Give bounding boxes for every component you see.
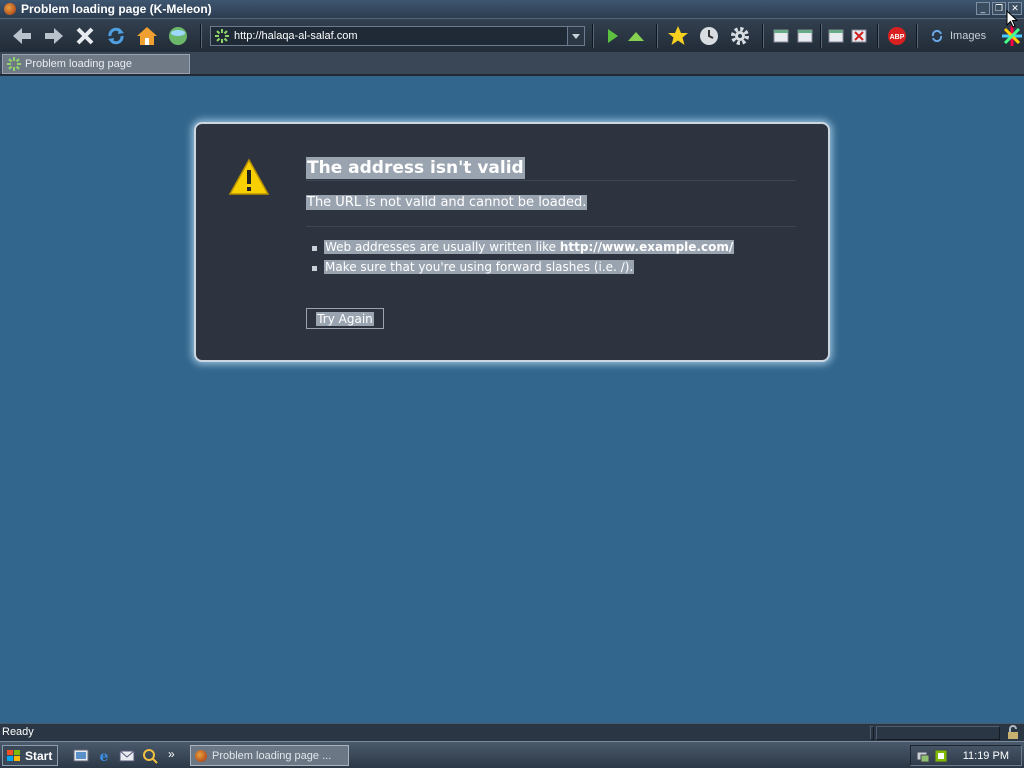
- svg-text:e: e: [99, 749, 108, 764]
- hint-example-url: http://www.example.com/: [559, 240, 734, 254]
- minimize-button[interactable]: _: [976, 2, 990, 15]
- site-spinner-icon: [215, 29, 229, 43]
- divider: [306, 226, 796, 227]
- bookmark-star-icon[interactable]: [666, 24, 690, 48]
- home-icon[interactable]: [135, 24, 159, 48]
- go-globe-icon[interactable]: [166, 24, 190, 48]
- toolbar-separator: [820, 24, 822, 48]
- error-page-container: The address isn't valid The URL is not v…: [194, 122, 830, 362]
- taskbar: Start e » Problem loading page ... 11:19…: [0, 741, 1024, 768]
- system-tray: 11:19 PM: [910, 745, 1022, 766]
- toolbar-separator: [762, 24, 764, 48]
- tab-strip: Problem loading page: [0, 52, 1024, 76]
- start-button[interactable]: Start: [2, 745, 58, 766]
- error-hint-2: Make sure that you're using forward slas…: [324, 260, 635, 274]
- start-label: Start: [25, 748, 53, 763]
- stop-icon[interactable]: [73, 24, 97, 48]
- adblock-icon[interactable]: ABP: [885, 24, 909, 48]
- window-icon[interactable]: [769, 24, 793, 48]
- images-toggle[interactable]: Images: [930, 29, 986, 43]
- taskbar-window-label: Problem loading page ...: [212, 749, 332, 762]
- tab-spinner-icon: [7, 57, 21, 71]
- mouse-cursor-icon: [1006, 9, 1019, 31]
- warning-icon: [228, 158, 270, 199]
- bullet-icon: [312, 246, 317, 251]
- settings-gear-icon[interactable]: [728, 24, 752, 48]
- quick-launch-more[interactable]: »: [168, 747, 175, 761]
- windows-logo-icon: [7, 749, 20, 761]
- images-label: Images: [950, 30, 987, 42]
- url-bar[interactable]: http://halaqa-al-salaf.com: [210, 26, 585, 46]
- network-icon[interactable]: [915, 748, 931, 767]
- volume-icon[interactable]: [933, 748, 949, 767]
- up-icon[interactable]: [624, 24, 648, 48]
- error-short-description: The URL is not valid and cannot be loade…: [306, 195, 588, 210]
- window-icon[interactable]: [793, 24, 817, 48]
- status-text: Ready: [2, 726, 34, 738]
- status-pane: [870, 726, 874, 740]
- hint-text: Web addresses are usually written like: [325, 240, 560, 254]
- url-input[interactable]: http://halaqa-al-salaf.com: [234, 30, 358, 42]
- url-dropdown-button[interactable]: [567, 27, 584, 45]
- tab-problem-loading[interactable]: Problem loading page: [2, 54, 190, 74]
- toolbar-separator: [656, 24, 658, 48]
- desktop-icon[interactable]: [72, 747, 89, 764]
- window-icon[interactable]: [824, 24, 848, 48]
- divider: [306, 180, 796, 181]
- toolbar-separator: [916, 24, 918, 48]
- forward-icon[interactable]: [42, 24, 66, 48]
- explorer-icon[interactable]: [141, 747, 158, 764]
- toolbar-separator: [200, 24, 202, 48]
- back-icon[interactable]: [10, 24, 34, 48]
- restore-button[interactable]: ❐: [992, 2, 1006, 15]
- taskbar-clock: 11:19 PM: [962, 750, 1009, 762]
- status-pane: [876, 726, 1000, 740]
- status-bar: Ready: [0, 723, 1024, 741]
- kmeleon-logo-icon: [195, 749, 207, 762]
- close-window-icon[interactable]: [847, 24, 871, 48]
- chevron-down-icon: [572, 34, 580, 39]
- play-icon[interactable]: [600, 24, 624, 48]
- history-clock-icon[interactable]: [697, 24, 721, 48]
- hint-text: Make sure that you're using forward slas…: [325, 260, 634, 274]
- refresh-small-icon: [931, 29, 943, 43]
- toolbar-separator: [877, 24, 879, 48]
- kmeleon-logo-icon: [4, 3, 16, 15]
- error-hint-1: Web addresses are usually written like h…: [324, 240, 735, 254]
- try-again-button[interactable]: Try Again: [306, 308, 384, 329]
- ie-icon[interactable]: e: [95, 747, 112, 764]
- error-title: The address isn't valid: [306, 157, 525, 179]
- bullet-icon: [312, 266, 317, 271]
- toolbar-separator: [592, 24, 594, 48]
- tab-label: Problem loading page: [25, 58, 133, 70]
- window-title: Problem loading page (K-Meleon): [21, 2, 212, 16]
- outlook-icon[interactable]: [118, 747, 135, 764]
- navigation-toolbar: http://halaqa-al-salaf.com ABP Images: [0, 18, 1024, 52]
- svg-text:ABP: ABP: [890, 34, 905, 41]
- reload-icon[interactable]: [104, 24, 128, 48]
- try-again-label: Try Again: [316, 311, 374, 326]
- title-bar: Problem loading page (K-Meleon) _ ❐ ✕: [0, 0, 1024, 18]
- taskbar-window-button[interactable]: Problem loading page ...: [190, 745, 349, 766]
